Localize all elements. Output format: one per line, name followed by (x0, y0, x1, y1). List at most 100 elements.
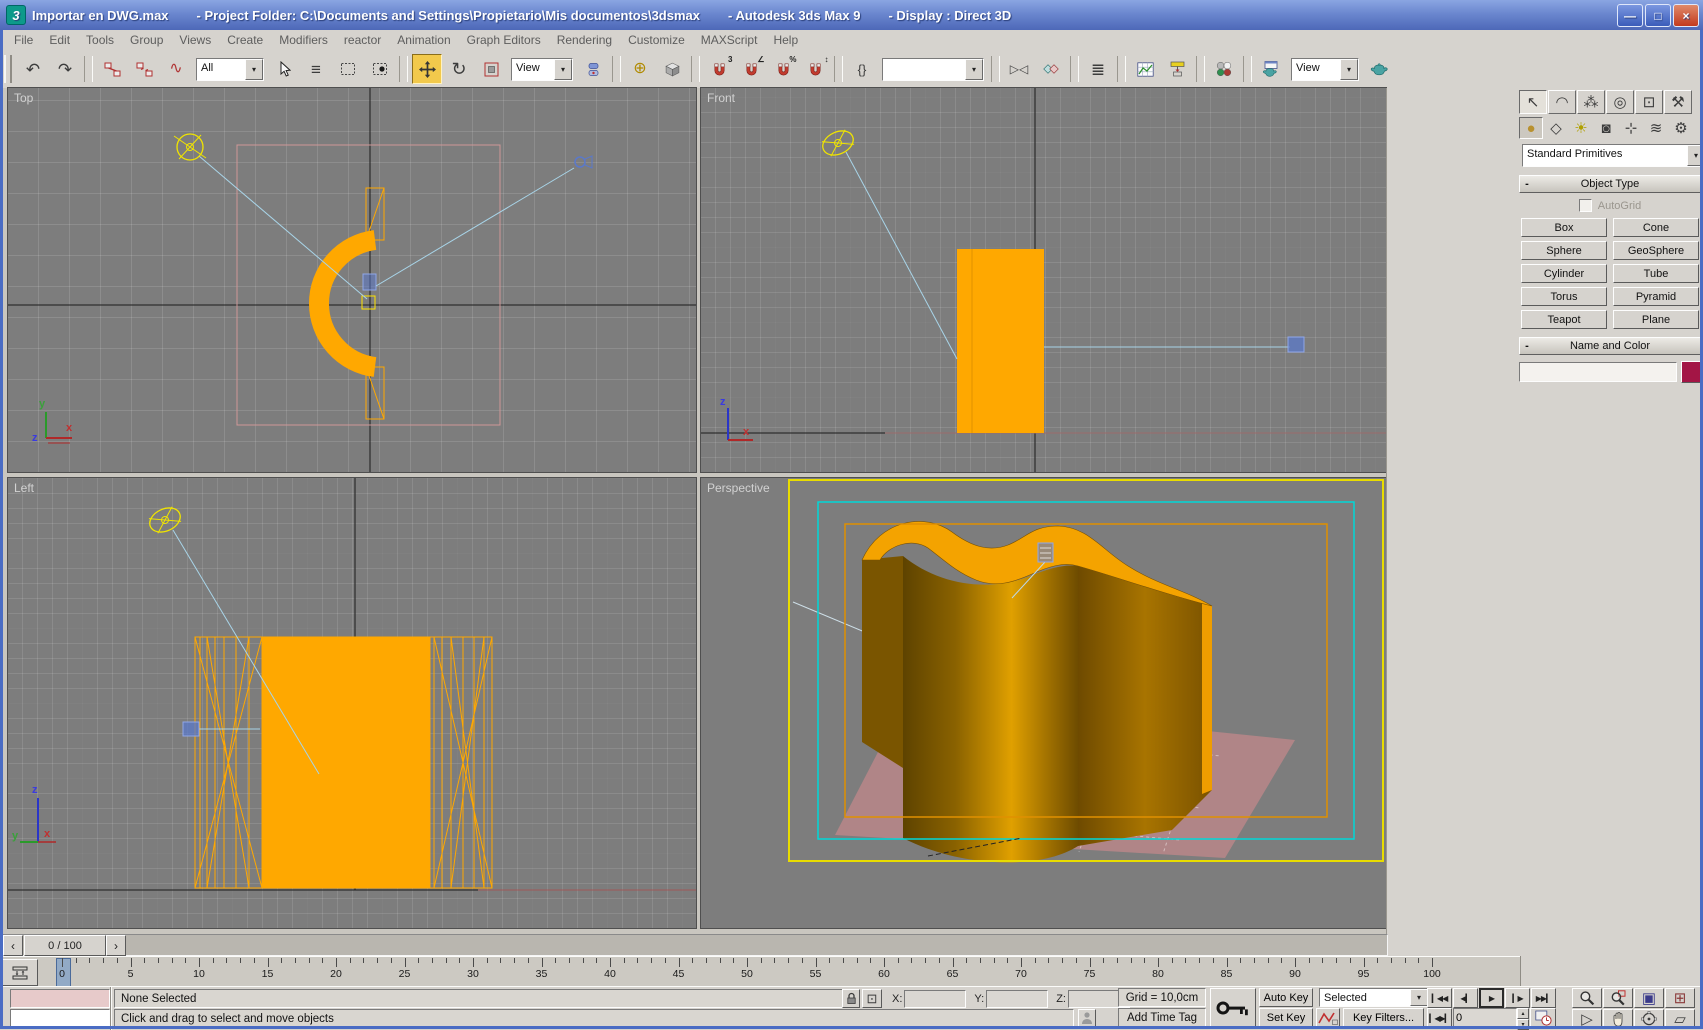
percent-snap-button[interactable]: % (768, 54, 798, 84)
primitive-box-button[interactable]: Box (1521, 218, 1607, 237)
menu-item-animation[interactable]: Animation (389, 33, 458, 47)
prompt-status-button[interactable] (1078, 1009, 1096, 1027)
viewport-left-label[interactable]: Left (14, 481, 34, 495)
auto-key-button[interactable]: Auto Key (1259, 988, 1313, 1007)
primitive-tube-button[interactable]: Tube (1613, 264, 1699, 283)
viewport-top-label[interactable]: Top (14, 91, 33, 105)
collapse-icon[interactable]: - (1520, 178, 1534, 190)
previous-frame-button[interactable]: ◀▎ (1453, 988, 1478, 1008)
utilities-tab[interactable]: ⚒ (1664, 90, 1692, 114)
viewport-perspective[interactable]: Perspective (700, 477, 1387, 929)
absolute-offset-toggle[interactable]: ⊡ (862, 989, 882, 1008)
zoom-extents-button[interactable]: ▣ (1634, 988, 1664, 1008)
display-tab[interactable]: ⊡ (1635, 90, 1663, 114)
front-viewport-canvas[interactable] (701, 88, 1386, 472)
pan-button[interactable] (1603, 1009, 1633, 1029)
create-tab[interactable]: ↖ (1519, 90, 1547, 114)
edit-named-selection-sets-button[interactable]: {} (847, 54, 877, 84)
shapes-category[interactable]: ◇ (1544, 117, 1568, 139)
render-type-dropdown[interactable]: View ▾ (1291, 57, 1359, 81)
menu-item-group[interactable]: Group (122, 33, 171, 47)
mirror-button[interactable]: ▷◁ (1004, 54, 1034, 84)
subcategory-dropdown[interactable]: Standard Primitives ▾ (1522, 144, 1703, 167)
camera-target-gizmo[interactable] (362, 273, 377, 291)
extruded-spline-shape[interactable] (308, 187, 385, 420)
undo-button[interactable]: ↶ (18, 54, 48, 84)
align-button[interactable] (1036, 54, 1066, 84)
object-color-swatch[interactable] (1681, 361, 1701, 383)
menu-item-customize[interactable]: Customize (620, 33, 693, 47)
bind-to-space-warp-button[interactable]: ∿ (161, 54, 191, 84)
object-name-field[interactable] (1519, 362, 1677, 382)
viewport-front[interactable]: Front z x (700, 87, 1387, 473)
fov-zoom-region-button[interactable]: ▷ (1572, 1009, 1602, 1029)
menu-item-file[interactable]: File (6, 33, 41, 47)
play-button[interactable]: ▶ (1479, 988, 1504, 1008)
helpers-category[interactable]: ⊹ (1619, 117, 1643, 139)
snaps-toggle-button[interactable]: 3 (704, 54, 734, 84)
extruded-3d-object[interactable] (861, 521, 1213, 863)
systems-category[interactable]: ⚙ (1669, 117, 1693, 139)
camera-target-gizmo[interactable] (1037, 542, 1054, 563)
coord-field-x[interactable] (904, 990, 967, 1008)
current-frame-field[interactable] (1453, 1008, 1517, 1027)
render-scene-button[interactable] (1256, 54, 1286, 84)
close-button[interactable]: × (1673, 4, 1699, 27)
spacewarps-category[interactable]: ≋ (1644, 117, 1668, 139)
motion-tab[interactable]: ◎ (1606, 90, 1634, 114)
selection-lock-toggle[interactable] (842, 989, 860, 1008)
select-and-manipulate-button[interactable]: ⊕ (625, 54, 655, 84)
omni-light-gizmo[interactable] (146, 503, 184, 536)
keyboard-override-button[interactable] (657, 54, 687, 84)
top-viewport-canvas[interactable] (8, 88, 696, 472)
key-filters-button[interactable]: Key Filters... (1343, 1008, 1424, 1027)
named-selection-dropdown[interactable]: ▾ (882, 57, 984, 81)
chevron-down-icon[interactable]: ▾ (1340, 58, 1358, 80)
collapse-icon[interactable]: - (1520, 340, 1534, 352)
maxscript-mini-listener-white[interactable] (10, 1009, 110, 1028)
autogrid-checkbox[interactable] (1578, 199, 1592, 212)
viewport-left[interactable]: Left z y x (7, 477, 697, 929)
perspective-viewport-canvas[interactable] (701, 478, 1386, 928)
left-viewport-canvas[interactable] (8, 478, 696, 928)
camera-gizmo[interactable] (182, 721, 200, 737)
zoom-all-button[interactable] (1603, 988, 1633, 1008)
zoom-extents-all-button[interactable]: ⊞ (1665, 988, 1695, 1008)
zoom-button[interactable] (1572, 988, 1602, 1008)
primitive-pyramid-button[interactable]: Pyramid (1613, 287, 1699, 306)
angle-snap-button[interactable]: ∠ (736, 54, 766, 84)
curve-editor-button[interactable] (1130, 54, 1160, 84)
name-color-rollout-header[interactable]: - Name and Color (1519, 337, 1701, 355)
rectangular-selection-region-button[interactable] (333, 54, 363, 84)
track-bar[interactable]: 0 5 10 15 20 25 30 35 40 45 50 55 60 65 70 75 80 85 90 95 10… (0, 956, 1520, 988)
primitive-geosphere-button[interactable]: GeoSphere (1613, 241, 1699, 260)
go-to-end-button[interactable]: ▶▶▎ (1531, 988, 1556, 1008)
chevron-down-icon[interactable]: ▾ (965, 58, 983, 80)
default-in-out-tangent-button[interactable] (1316, 1008, 1340, 1027)
hierarchy-tab[interactable]: ⁂ (1577, 90, 1605, 114)
viewport-top[interactable]: Top y z x (7, 87, 697, 473)
next-frame-button[interactable]: ▎▶ (1505, 988, 1530, 1008)
time-slider-handle[interactable]: 0 / 100 (24, 935, 106, 956)
chevron-down-icon[interactable]: ▾ (554, 58, 572, 80)
menu-item-maxscript[interactable]: MAXScript (693, 33, 766, 47)
camera-gizmo[interactable] (574, 155, 593, 169)
track-bar-ruler[interactable]: 0 5 10 15 20 25 30 35 40 45 50 55 60 65 70 75 80 85 90 95 10… (40, 957, 1520, 987)
next-frame-arrow[interactable]: › (106, 935, 126, 956)
min-max-toggle-button[interactable]: ▱ (1665, 1009, 1695, 1029)
select-by-name-button[interactable]: ≡ (301, 54, 331, 84)
time-configuration-button[interactable] (1530, 1008, 1556, 1027)
coord-field-y[interactable] (986, 990, 1049, 1008)
camera-gizmo[interactable] (1287, 336, 1305, 353)
omni-light-gizmo[interactable] (173, 133, 207, 161)
set-keys-button[interactable] (1210, 988, 1256, 1027)
layer-manager-button[interactable]: ≣ (1083, 54, 1113, 84)
extruded-shape-front[interactable] (957, 249, 1044, 433)
spinner-snap-button[interactable]: ↕ (800, 54, 830, 84)
menu-item-modifiers[interactable]: Modifiers (271, 33, 336, 47)
menu-item-views[interactable]: Views (171, 33, 219, 47)
menu-item-tools[interactable]: Tools (78, 33, 122, 47)
select-object-button[interactable] (269, 54, 299, 84)
key-mode-toggle[interactable]: ▎◀▶▎ (1427, 1008, 1452, 1028)
extruded-shape-left-wireframe[interactable] (194, 636, 493, 889)
